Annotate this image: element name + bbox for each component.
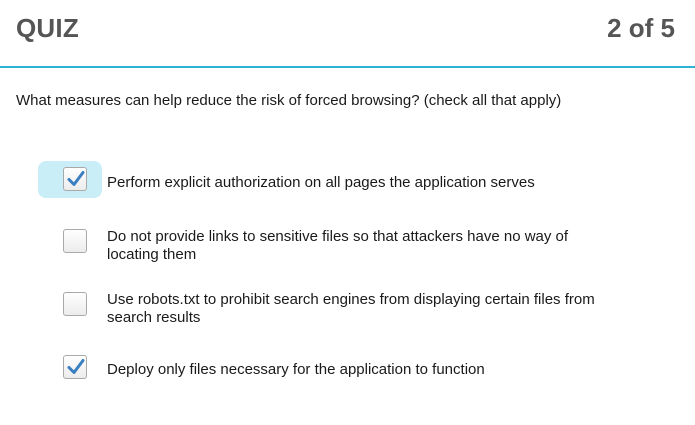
option-label-1[interactable]: Perform explicit authorization on all pa… — [107, 174, 607, 192]
quiz-title: QUIZ — [16, 13, 79, 43]
checkbox-focus-ring — [38, 161, 102, 198]
question-progress: 2 of 5 — [607, 13, 675, 43]
question-text: What measures can help reduce the risk o… — [16, 92, 562, 109]
checkmark-icon — [67, 171, 85, 186]
checkbox-option-1[interactable] — [63, 167, 87, 191]
option-label-4[interactable]: Deploy only files necessary for the appl… — [107, 361, 607, 379]
option-label-2[interactable]: Do not provide links to sensitive files … — [107, 228, 607, 264]
checkmark-icon — [67, 359, 85, 374]
option-label-3[interactable]: Use robots.txt to prohibit search engine… — [107, 291, 607, 327]
checkbox-option-3[interactable] — [63, 292, 87, 316]
checkbox-area — [38, 349, 102, 386]
quiz-header: QUIZ 2 of 5 — [0, 0, 695, 68]
checkbox-option-2[interactable] — [63, 229, 87, 253]
checkbox-option-4[interactable] — [63, 355, 87, 379]
checkbox-area — [38, 223, 102, 260]
checkbox-area — [38, 286, 102, 323]
